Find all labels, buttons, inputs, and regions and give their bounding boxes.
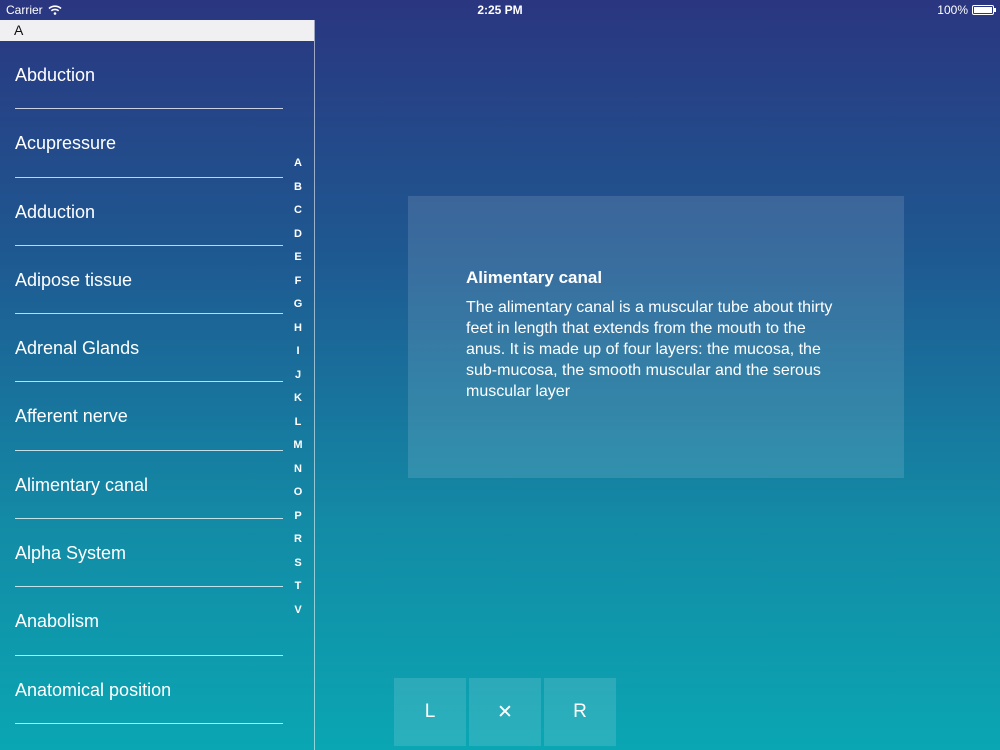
- list-item[interactable]: Abduction: [15, 41, 283, 110]
- status-bar: Carrier 2:25 PM 100%: [0, 0, 1000, 20]
- list-item-label: Anabolism: [15, 611, 100, 632]
- close-button[interactable]: ✕: [469, 678, 541, 746]
- bottom-controls: L ✕ R: [394, 678, 616, 746]
- battery-fill: [974, 7, 992, 13]
- list-item-label: Afferent nerve: [15, 406, 128, 427]
- index-letter-v[interactable]: V: [289, 603, 307, 627]
- section-header: A: [0, 20, 314, 41]
- list-item[interactable]: Alimentary canal: [15, 451, 283, 520]
- index-letter-i[interactable]: I: [289, 344, 307, 368]
- list-item[interactable]: Alpha System: [15, 519, 283, 588]
- list-item-label: Acupressure: [15, 133, 117, 154]
- battery-percent: 100%: [937, 3, 968, 17]
- index-letter-a[interactable]: A: [289, 156, 307, 180]
- list-item-label: Alimentary canal: [15, 474, 149, 495]
- list-item-label: Alpha System: [15, 543, 127, 564]
- index-letter-h[interactable]: H: [289, 321, 307, 345]
- index-letter-m[interactable]: M: [289, 438, 307, 462]
- index-letter-s[interactable]: S: [289, 556, 307, 580]
- status-right: 100%: [937, 0, 996, 20]
- list-item-label: Adipose tissue: [15, 269, 133, 290]
- list-item[interactable]: Adduction: [15, 178, 283, 246]
- left-button[interactable]: L: [394, 678, 466, 746]
- definition-text: The alimentary canal is a muscular tube …: [466, 299, 833, 400]
- index-letter-j[interactable]: J: [289, 368, 307, 392]
- definition-card: Alimentary canal The alimentary canal is…: [408, 196, 904, 478]
- list-item[interactable]: Adrenal Glands: [15, 314, 283, 383]
- term-list: Abduction Acupressure Adduction Adipose …: [0, 41, 314, 724]
- definition-title: Alimentary canal: [466, 268, 603, 287]
- index-letter-b[interactable]: B: [289, 180, 307, 204]
- term-list-panel[interactable]: A Abduction Acupressure Adduction Adipos…: [0, 20, 315, 750]
- index-letter-n[interactable]: N: [289, 462, 307, 486]
- list-item[interactable]: Adipose tissue: [15, 246, 283, 315]
- list-item-label: Adduction: [15, 201, 96, 222]
- list-item[interactable]: Anatomical position: [15, 656, 283, 724]
- list-item[interactable]: Afferent nerve: [15, 382, 283, 451]
- list-item[interactable]: Anabolism: [15, 587, 283, 656]
- index-letter-f[interactable]: F: [289, 274, 307, 298]
- index-letter-p[interactable]: P: [289, 509, 307, 533]
- list-item[interactable]: Acupressure: [15, 109, 283, 178]
- index-letter-o[interactable]: O: [289, 485, 307, 509]
- index-letter-d[interactable]: D: [289, 227, 307, 251]
- index-letter-k[interactable]: K: [289, 391, 307, 415]
- right-button[interactable]: R: [544, 678, 616, 746]
- status-time: 2:25 PM: [477, 3, 523, 17]
- index-letter-c[interactable]: C: [289, 203, 307, 227]
- index-letter-r[interactable]: R: [289, 532, 307, 556]
- alphabet-index[interactable]: A B C D E F G H I J K L M N O P R S T V: [289, 156, 307, 626]
- list-item-label: Adrenal Glands: [15, 338, 140, 359]
- list-item-label: Abduction: [15, 65, 96, 85]
- index-letter-g[interactable]: G: [289, 297, 307, 321]
- index-letter-l[interactable]: L: [289, 415, 307, 439]
- battery-icon: [972, 5, 996, 15]
- index-letter-t[interactable]: T: [289, 579, 307, 603]
- index-letter-e[interactable]: E: [289, 250, 307, 274]
- list-item-label: Anatomical position: [15, 679, 172, 700]
